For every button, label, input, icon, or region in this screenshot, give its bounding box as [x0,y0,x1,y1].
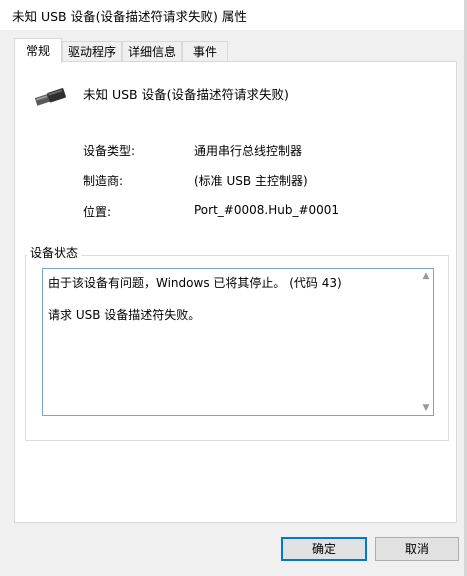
manufacturer-value: (标准 USB 主控制器) [194,174,308,188]
cancel-button[interactable]: 取消 [375,537,459,561]
tab-events[interactable]: 事件 [182,41,228,61]
status-line-2: 请求 USB 设备描述符失败。 [48,308,201,322]
scroll-up-arrow-icon[interactable]: ▲ [421,271,431,281]
ok-button[interactable]: 确定 [281,537,367,561]
usb-plug-icon [34,88,66,106]
window-title: 未知 USB 设备(设备描述符请求失败) 属性 [12,9,247,24]
manufacturer-label: 制造商: [83,174,124,188]
scroll-down-arrow-icon[interactable]: ▼ [421,403,431,413]
status-line-1: 由于该设备有问题，Windows 已将其停止。 (代码 43) [48,276,342,290]
title-bar: 未知 USB 设备(设备描述符请求失败) 属性 [0,0,467,30]
device-type-label: 设备类型: [83,144,136,158]
general-tab-panel: 未知 USB 设备(设备描述符请求失败) 设备类型: 通用串行总线控制器 制造商… [14,61,457,523]
location-label: 位置: [83,205,112,219]
location-value: Port_#0008.Hub_#0001 [194,203,340,217]
device-status-label: 设备状态 [27,244,82,261]
tab-general[interactable]: 常规 [14,38,62,63]
tab-details[interactable]: 详细信息 [122,41,182,61]
device-status-textbox[interactable]: 由于该设备有问题，Windows 已将其停止。 (代码 43) 请求 USB 设… [42,268,434,416]
device-name: 未知 USB 设备(设备描述符请求失败) [83,87,289,102]
tab-driver[interactable]: 驱动程序 [62,41,122,61]
status-scrollbar[interactable]: ▲ ▼ [419,269,433,415]
device-type-value: 通用串行总线控制器 [194,144,303,158]
